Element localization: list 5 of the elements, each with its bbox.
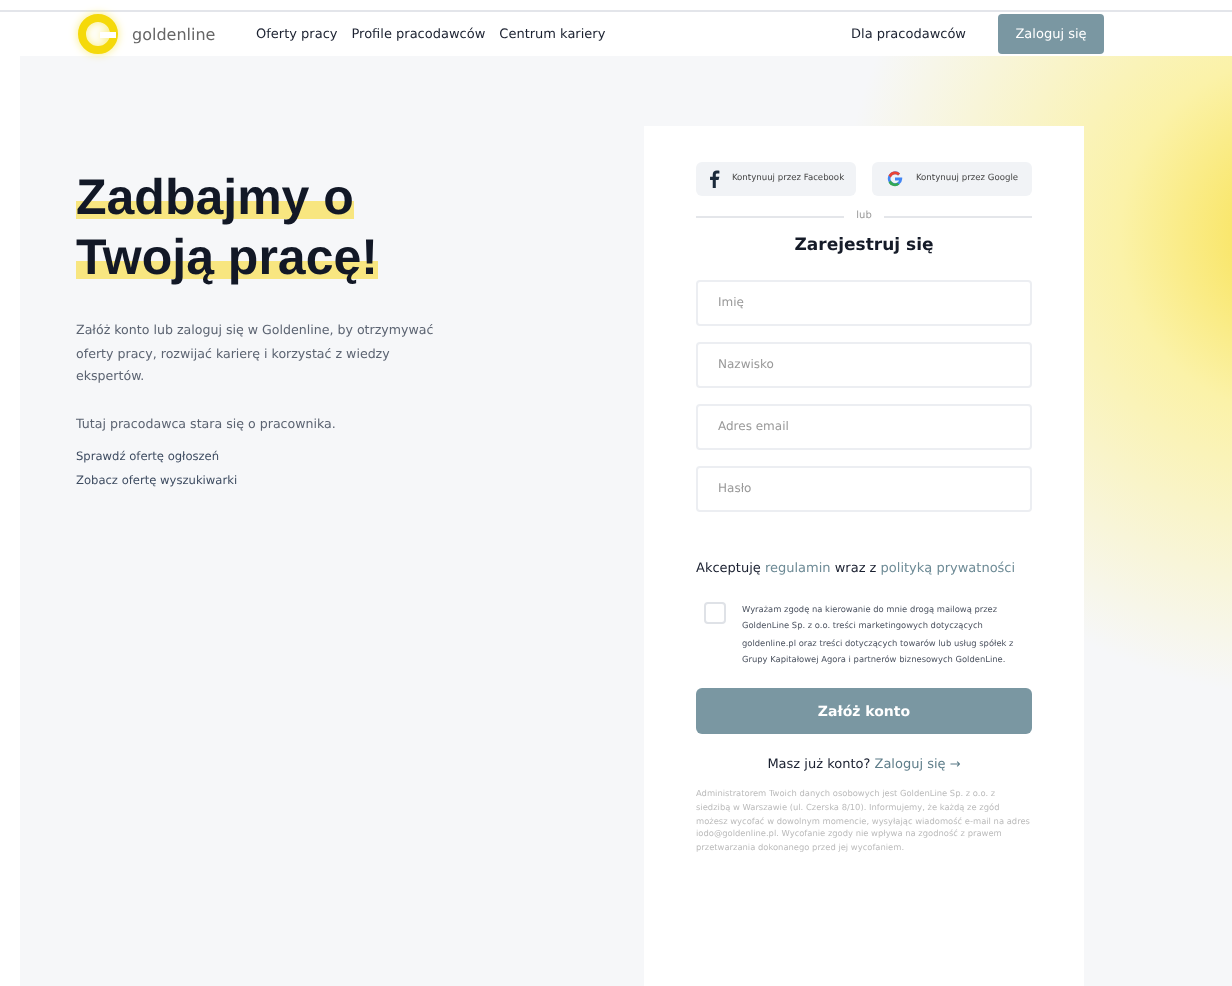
- logo-text[interactable]: goldenline: [132, 25, 216, 43]
- form-title: Zarejestruj się: [792, 236, 936, 256]
- google-icon: [885, 170, 904, 188]
- facebook-icon: [707, 170, 720, 188]
- consent-checkbox[interactable]: [704, 602, 726, 624]
